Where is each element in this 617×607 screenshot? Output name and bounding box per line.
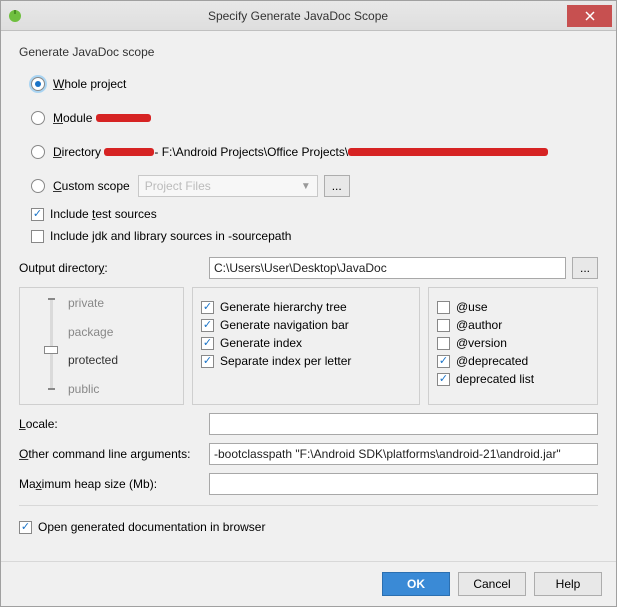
locale-input[interactable] (209, 413, 598, 435)
help-button[interactable]: Help (534, 572, 602, 596)
vis-public: public (68, 382, 177, 396)
radio-custom-scope[interactable] (31, 179, 45, 193)
options-row: private package protected public Generat… (19, 287, 598, 405)
scope-custom[interactable]: Custom scope Project Files ▼ ... (31, 173, 598, 199)
redacted-dir-suffix (348, 148, 548, 156)
vis-protected: protected (68, 353, 177, 367)
app-icon (7, 8, 23, 24)
section-title: Generate JavaDoc scope (19, 45, 598, 59)
checkbox-label: @use (456, 300, 488, 314)
output-dir-label: Output directory: (19, 261, 209, 275)
checkbox-label: @deprecated (456, 354, 528, 368)
opt-navbar[interactable]: Generate navigation bar (201, 318, 411, 332)
chevron-down-icon: ▼ (301, 181, 311, 192)
tag-version[interactable]: @version (437, 336, 589, 350)
checkbox-label: @author (456, 318, 502, 332)
checkbox-label: Generate hierarchy tree (220, 300, 347, 314)
output-dir-row: Output directory: ... (19, 257, 598, 279)
checkbox-label: Generate index (220, 336, 302, 350)
checkbox-label: Include jdk and library sources in -sour… (50, 229, 291, 243)
button-bar: OK Cancel Help (1, 561, 616, 606)
redacted-dir-prefix (104, 148, 154, 156)
opt-index[interactable]: Generate index (201, 336, 411, 350)
content-area: Generate JavaDoc scope Whole project Mod… (1, 31, 616, 561)
opt-sep-index[interactable]: Separate index per letter (201, 354, 411, 368)
dialog-title: Specify Generate JavaDoc Scope (29, 9, 567, 23)
checkbox-sep-index[interactable] (201, 355, 214, 368)
checkbox-include-jdk[interactable] (31, 230, 44, 243)
vis-package: package (68, 325, 177, 339)
locale-row: Locale: (19, 413, 598, 435)
opt-hierarchy[interactable]: Generate hierarchy tree (201, 300, 411, 314)
cmdline-input[interactable] (209, 443, 598, 465)
tag-use[interactable]: @use (437, 300, 589, 314)
heap-input[interactable] (209, 473, 598, 495)
generation-options-box: Generate hierarchy tree Generate navigat… (192, 287, 420, 405)
directory-path-text: - F:\Android Projects\Office Projects\ (154, 145, 348, 159)
scope-whole-project[interactable]: Whole project (31, 71, 598, 97)
visibility-knob[interactable] (44, 346, 58, 354)
tag-deprecated-list[interactable]: deprecated list (437, 372, 589, 386)
heap-label: Maximum heap size (Mb): (19, 477, 209, 491)
visibility-labels: private package protected public (68, 296, 177, 396)
tag-deprecated[interactable]: @deprecated (437, 354, 589, 368)
open-doc-row[interactable]: Open generated documentation in browser (19, 520, 598, 534)
checkbox-deprecated-list[interactable] (437, 373, 450, 386)
close-button[interactable] (567, 5, 612, 27)
tags-box: @use @author @version @deprecated deprec… (428, 287, 598, 405)
scope-module[interactable]: Module (31, 105, 598, 131)
radio-module[interactable] (31, 111, 45, 125)
custom-scope-browse-button[interactable]: ... (324, 175, 350, 197)
tag-author[interactable]: @author (437, 318, 589, 332)
separator (19, 505, 598, 506)
dialog-window: Specify Generate JavaDoc Scope Generate … (0, 0, 617, 607)
checkbox-deprecated[interactable] (437, 355, 450, 368)
checkbox-label: Generate navigation bar (220, 318, 349, 332)
checkbox-label: Include test sources (50, 207, 157, 221)
radio-label: Directory (53, 145, 104, 159)
visibility-slider-box: private package protected public (19, 287, 184, 405)
cancel-button[interactable]: Cancel (458, 572, 526, 596)
radio-label: Module (53, 111, 96, 125)
locale-label: Locale: (19, 417, 209, 431)
dropdown-value: Project Files (145, 179, 211, 193)
custom-scope-dropdown[interactable]: Project Files ▼ (138, 175, 318, 197)
checkbox-label: @version (456, 336, 507, 350)
radio-label: Custom scope (53, 179, 130, 193)
titlebar: Specify Generate JavaDoc Scope (1, 1, 616, 31)
visibility-track[interactable] (50, 298, 53, 390)
checkbox-version[interactable] (437, 337, 450, 350)
ok-button[interactable]: OK (382, 572, 450, 596)
include-jdk-row[interactable]: Include jdk and library sources in -sour… (31, 229, 598, 243)
close-icon (585, 11, 595, 21)
output-dir-input[interactable] (209, 257, 566, 279)
radio-directory[interactable] (31, 145, 45, 159)
checkbox-use[interactable] (437, 301, 450, 314)
radio-whole-project[interactable] (31, 77, 45, 91)
redacted-module-name (96, 114, 151, 122)
checkbox-index[interactable] (201, 337, 214, 350)
checkbox-navbar[interactable] (201, 319, 214, 332)
checkbox-author[interactable] (437, 319, 450, 332)
checkbox-open-doc[interactable] (19, 521, 32, 534)
cmdline-label: Other command line arguments: (19, 447, 209, 461)
checkbox-include-test[interactable] (31, 208, 44, 221)
checkbox-label: Open generated documentation in browser (38, 520, 265, 534)
scope-directory[interactable]: Directory - F:\Android Projects\Office P… (31, 139, 598, 165)
vis-private: private (68, 296, 177, 310)
checkbox-label: deprecated list (456, 372, 534, 386)
checkbox-hierarchy[interactable] (201, 301, 214, 314)
cmdline-row: Other command line arguments: (19, 443, 598, 465)
heap-row: Maximum heap size (Mb): (19, 473, 598, 495)
radio-label: Whole project (53, 77, 126, 91)
checkbox-label: Separate index per letter (220, 354, 351, 368)
output-dir-browse-button[interactable]: ... (572, 257, 598, 279)
include-test-row[interactable]: Include test sources (31, 207, 598, 221)
